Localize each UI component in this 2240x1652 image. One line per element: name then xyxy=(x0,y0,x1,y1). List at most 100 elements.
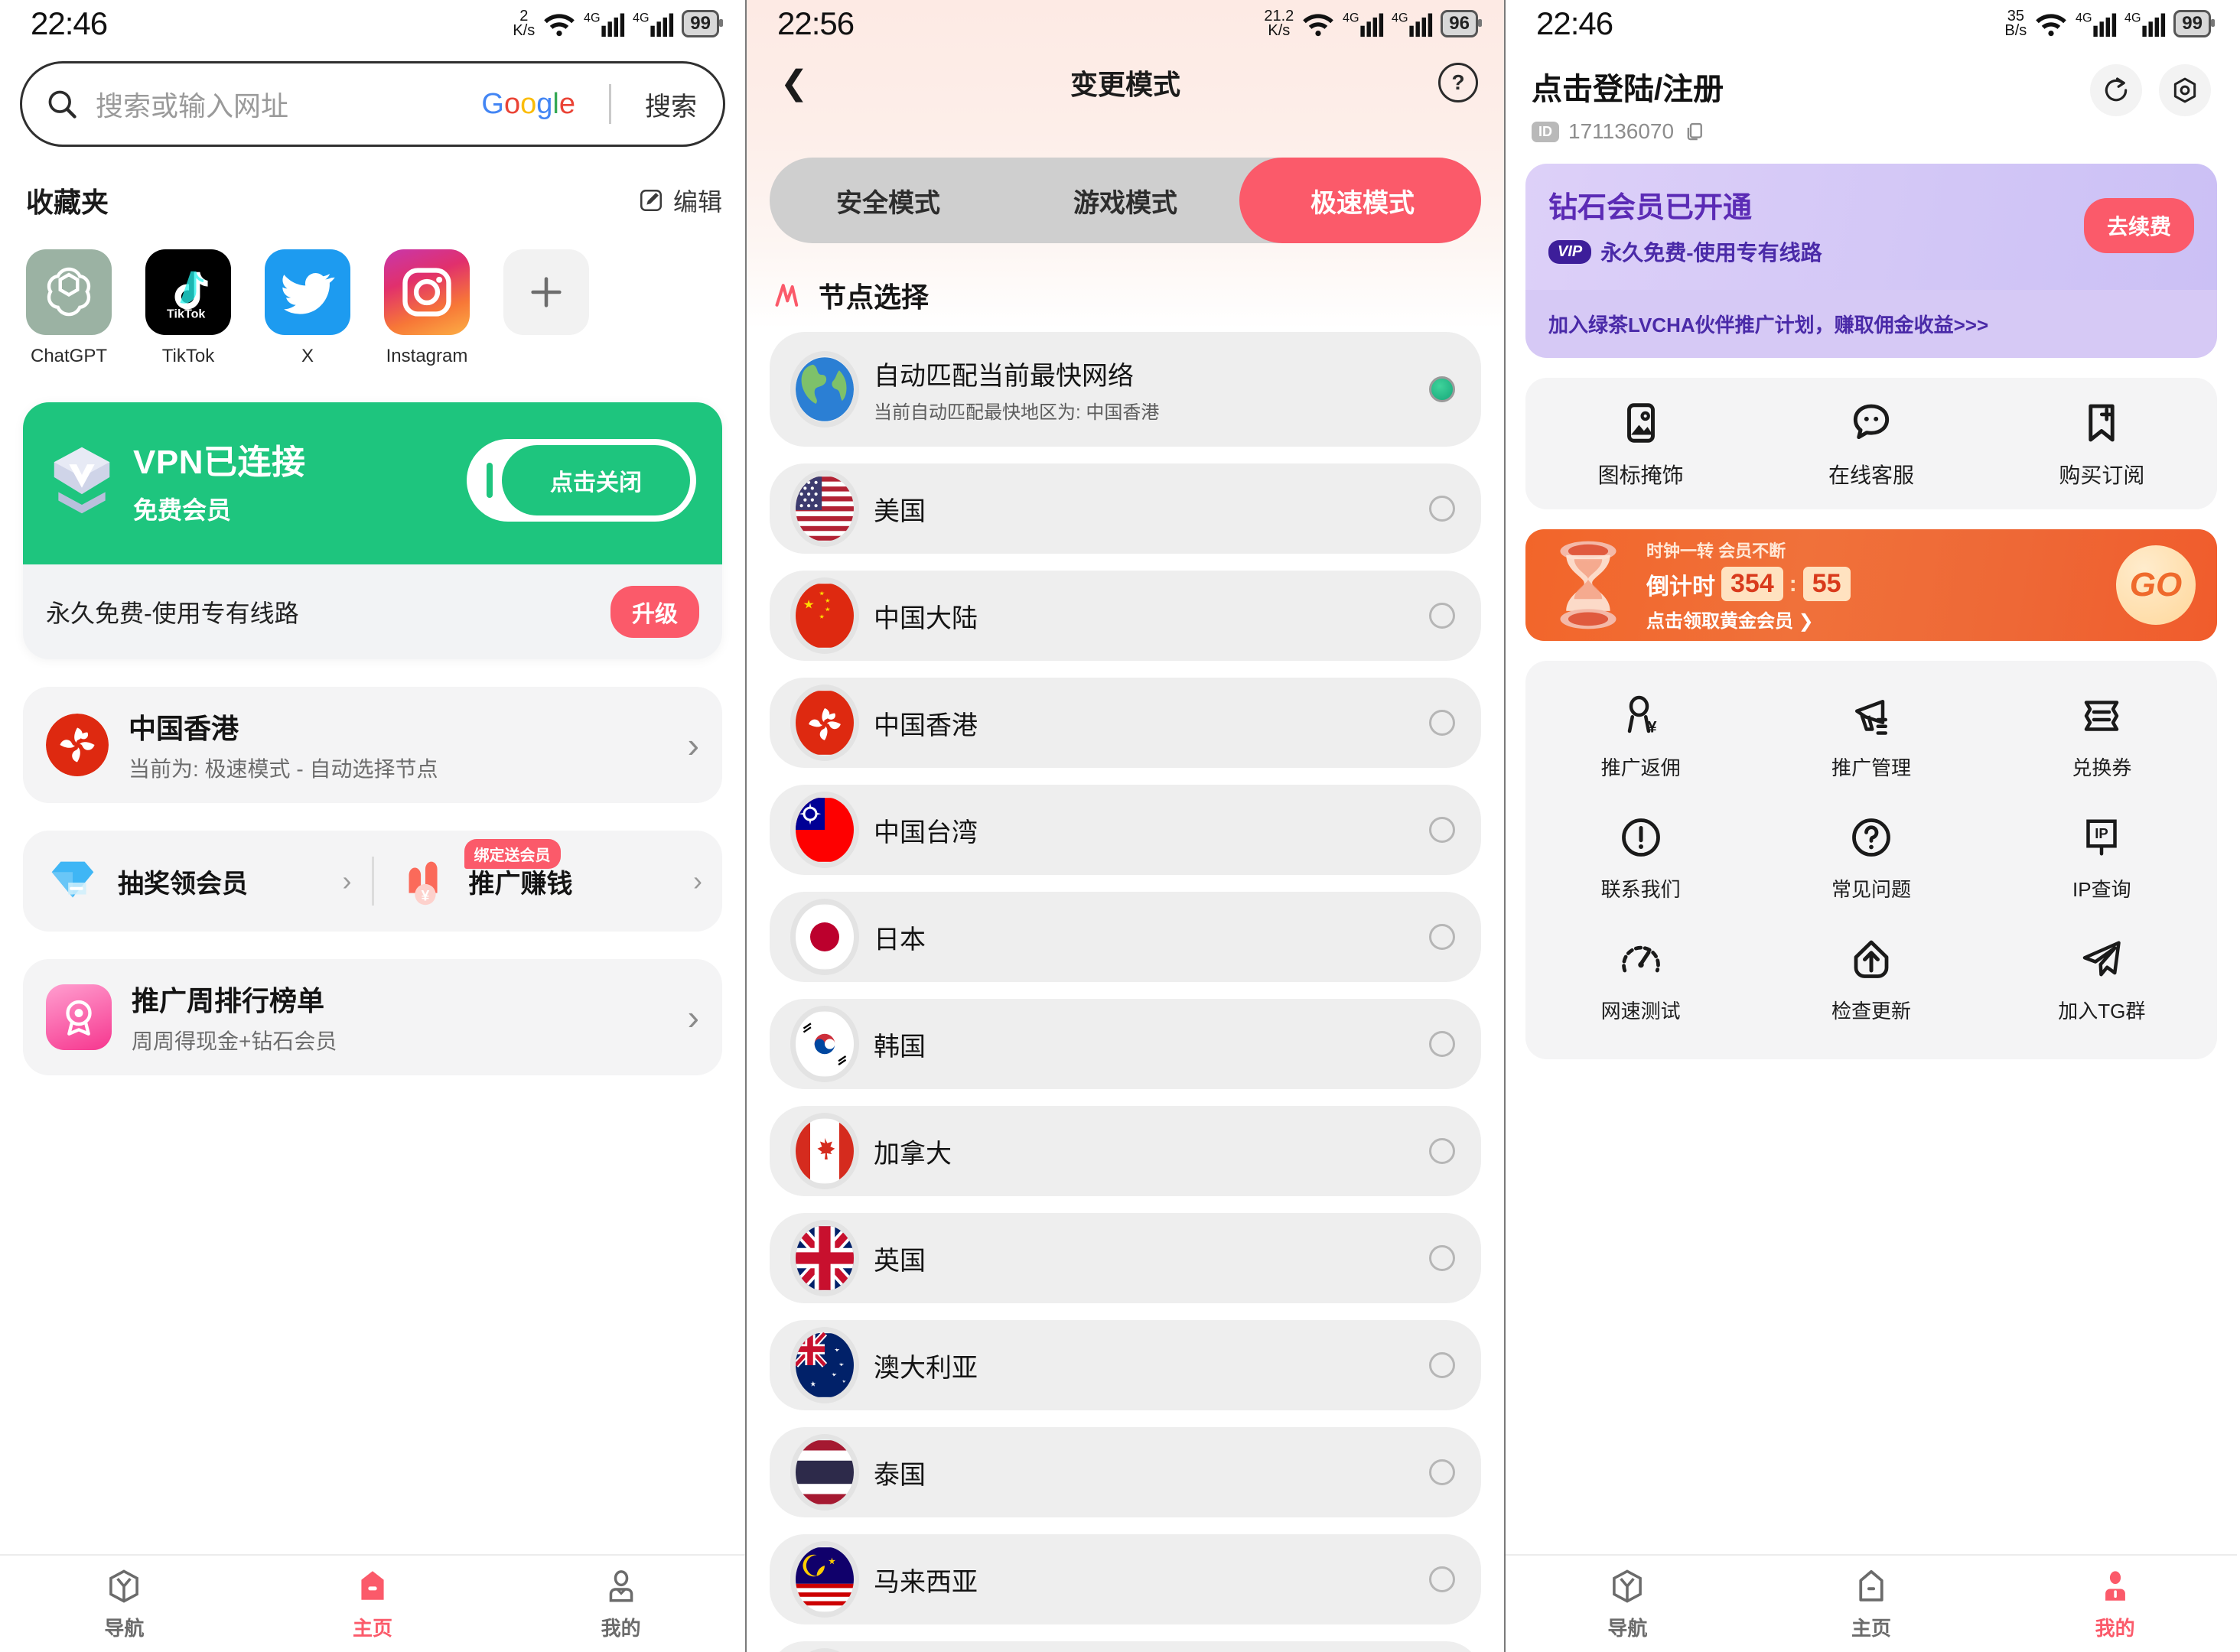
change-mode-content: 22:56 21.2 K/s 4G 4G 96 ❮ 变更模式 ? 安全模式 游戏… xyxy=(747,0,1504,1652)
node-name: 中国香港 xyxy=(874,711,978,740)
favorites-edit-button[interactable]: 编辑 xyxy=(638,183,722,218)
node-name: 澳大利亚 xyxy=(874,1353,978,1383)
segment-speed-mode[interactable]: 极速模式 xyxy=(1244,182,1481,220)
countdown-promo-banner[interactable]: 时钟一转 会员不断 倒计时 354 : 55 点击领取黄金会员 ❯ GO xyxy=(1525,529,2217,641)
svg-text:4G: 4G xyxy=(1343,11,1359,24)
node-row-hk[interactable]: 中国香港 xyxy=(770,678,1481,768)
node-row-jp[interactable]: 日本 xyxy=(770,892,1481,982)
copy-icon[interactable] xyxy=(1683,120,1706,143)
quick-action-icon-mask[interactable]: 图标掩饰 xyxy=(1525,399,1756,489)
grid-item-faq[interactable]: 常见问题 xyxy=(1756,815,1986,902)
search-input[interactable]: 搜索或输入网址 xyxy=(96,84,464,124)
node-radio-selected[interactable] xyxy=(1429,376,1455,402)
telegram-icon xyxy=(2083,941,2121,977)
share-button[interactable] xyxy=(2090,64,2142,116)
node-radio[interactable] xyxy=(1429,603,1455,629)
nav-item-navigation[interactable]: 导航 xyxy=(0,1567,249,1641)
login-register-button[interactable]: 点击登陆/注册 xyxy=(1532,64,1724,109)
node-row-th[interactable]: 泰国 xyxy=(770,1427,1481,1517)
quick-action-support[interactable]: 在线客服 xyxy=(1756,399,1986,489)
lottery-membership-button[interactable]: 抽奖领会员 › xyxy=(23,851,372,911)
settings-button[interactable] xyxy=(2159,64,2211,116)
promo-go-button[interactable]: GO xyxy=(2116,545,2196,625)
node-row-kr[interactable]: 韩国 xyxy=(770,999,1481,1089)
status-time: 22:56 xyxy=(777,5,855,41)
medal-icon xyxy=(46,984,112,1050)
wifi-icon xyxy=(2036,14,2067,37)
vip-membership-card: 钻石会员已开通 VIP 永久免费-使用专有线路 去续费 加入绿茶LVCHA伙伴推… xyxy=(1525,164,2217,358)
grid-item-coupon[interactable]: 兑换券 xyxy=(1987,693,2217,781)
grid-item-contact[interactable]: 联系我们 xyxy=(1525,815,1756,902)
node-row-gb[interactable]: 英国 xyxy=(770,1213,1481,1303)
favorite-item-tiktok[interactable]: TikTok TikTok xyxy=(145,249,231,367)
segment-safe-mode[interactable]: 安全模式 xyxy=(770,182,1007,220)
current-node-row[interactable]: 中国香港 当前为: 极速模式 - 自动选择节点 › xyxy=(23,687,722,803)
grid-item-promo-manage[interactable]: 推广管理 xyxy=(1756,693,1986,781)
speedometer-icon xyxy=(1621,945,1660,973)
affiliate-link[interactable]: 加入绿茶LVCHA伙伴推广计划，赚取佣金收益>>> xyxy=(1525,290,2217,358)
favorite-item-instagram[interactable]: Instagram xyxy=(384,249,470,367)
grid-item-telegram[interactable]: 加入TG群 xyxy=(1987,936,2217,1024)
ranking-subtitle: 周周得现金+钻石会员 xyxy=(132,1029,337,1053)
tiktok-icon: TikTok xyxy=(145,249,231,335)
upgrade-button[interactable]: 升级 xyxy=(610,586,699,638)
grid-item-rebate[interactable]: ¥ 推广返佣 xyxy=(1525,693,1756,781)
weekly-ranking-row[interactable]: 推广周排行榜单 周周得现金+钻石会员 › xyxy=(23,959,722,1075)
node-radio[interactable] xyxy=(1429,1352,1455,1378)
node-row-tw[interactable]: 中国台湾 xyxy=(770,785,1481,875)
favorite-item-add[interactable] xyxy=(503,249,589,367)
renew-button[interactable]: 去续费 xyxy=(2083,197,2194,253)
node-row-au[interactable]: 澳大利亚 xyxy=(770,1320,1481,1410)
network-wave-icon xyxy=(775,284,799,307)
nav-item-profile[interactable]: 我的 xyxy=(1993,1567,2237,1641)
person-yen-icon: ¥ xyxy=(1627,695,1656,736)
promo-cta[interactable]: 点击领取黄金会员 ❯ xyxy=(1646,606,1851,633)
node-list: 自动匹配当前最快网络 当前自动匹配最快地区为: 中国香港 美国 中国大陆 中国香… xyxy=(747,332,1504,1652)
nav-item-navigation[interactable]: 导航 xyxy=(1506,1567,1750,1641)
node-radio[interactable] xyxy=(1429,496,1455,522)
node-name: 英国 xyxy=(874,1246,926,1276)
nav-item-home[interactable]: 主页 xyxy=(1750,1567,1994,1641)
node-radio[interactable] xyxy=(1429,1031,1455,1057)
node-row-ph[interactable]: 菲律宾 xyxy=(770,1641,1481,1652)
grid-item-speed-test[interactable]: 网速测试 xyxy=(1525,936,1756,1024)
node-row-ca[interactable]: 加拿大 xyxy=(770,1106,1481,1196)
promote-earn-button[interactable]: ¥ 推广赚钱 绑定送会员 › xyxy=(374,839,723,911)
node-radio[interactable] xyxy=(1429,817,1455,843)
node-radio[interactable] xyxy=(1429,710,1455,736)
segment-game-mode[interactable]: 游戏模式 xyxy=(1007,182,1244,220)
node-radio[interactable] xyxy=(1429,1138,1455,1164)
node-row-my[interactable]: 马来西亚 xyxy=(770,1534,1481,1624)
image-mask-icon xyxy=(1626,403,1655,443)
bottom-navigation: 导航 主页 我的 xyxy=(1506,1554,2237,1652)
node-radio[interactable] xyxy=(1429,924,1455,950)
instagram-icon xyxy=(384,249,470,335)
favorite-item-x[interactable]: X xyxy=(265,249,350,367)
svg-text:TikTok: TikTok xyxy=(167,307,205,321)
quick-action-subscribe[interactable]: 购买订阅 xyxy=(1987,399,2217,489)
help-button[interactable]: ? xyxy=(1438,63,1478,102)
nav-item-home[interactable]: 主页 xyxy=(249,1567,497,1641)
vip-badge: VIP xyxy=(1548,239,1592,264)
node-row-auto[interactable]: 自动匹配当前最快网络 当前自动匹配最快地区为: 中国香港 xyxy=(770,332,1481,447)
nav-item-profile[interactable]: 我的 xyxy=(497,1567,745,1641)
vpn-power-toggle[interactable]: 点击关闭 xyxy=(467,439,696,522)
search-submit-button[interactable]: 搜索 xyxy=(645,86,697,123)
grid-label: 检查更新 xyxy=(1831,1000,1911,1023)
node-radio[interactable] xyxy=(1429,1566,1455,1592)
favorites-title: 收藏夹 xyxy=(26,187,109,218)
node-row-cn[interactable]: 中国大陆 xyxy=(770,571,1481,661)
node-row-us[interactable]: 美国 xyxy=(770,463,1481,554)
taiwan-flag-icon xyxy=(796,797,854,863)
node-radio[interactable] xyxy=(1429,1459,1455,1485)
vpn-toggle-label[interactable]: 点击关闭 xyxy=(502,445,690,515)
grid-item-ip-lookup[interactable]: IP IP查询 xyxy=(1987,815,2217,902)
favorite-item-chatgpt[interactable]: ChatGPT xyxy=(26,249,112,367)
bookmark-plus-icon xyxy=(2089,404,2115,442)
upload-update-icon xyxy=(1854,940,1889,978)
back-button[interactable]: ❮ xyxy=(773,61,816,104)
grid-item-check-update[interactable]: 检查更新 xyxy=(1756,936,1986,1024)
node-name: 自动匹配当前最快网络 xyxy=(874,362,1134,391)
search-bar[interactable]: 搜索或输入网址 Google 搜索 xyxy=(20,61,725,147)
node-radio[interactable] xyxy=(1429,1245,1455,1271)
